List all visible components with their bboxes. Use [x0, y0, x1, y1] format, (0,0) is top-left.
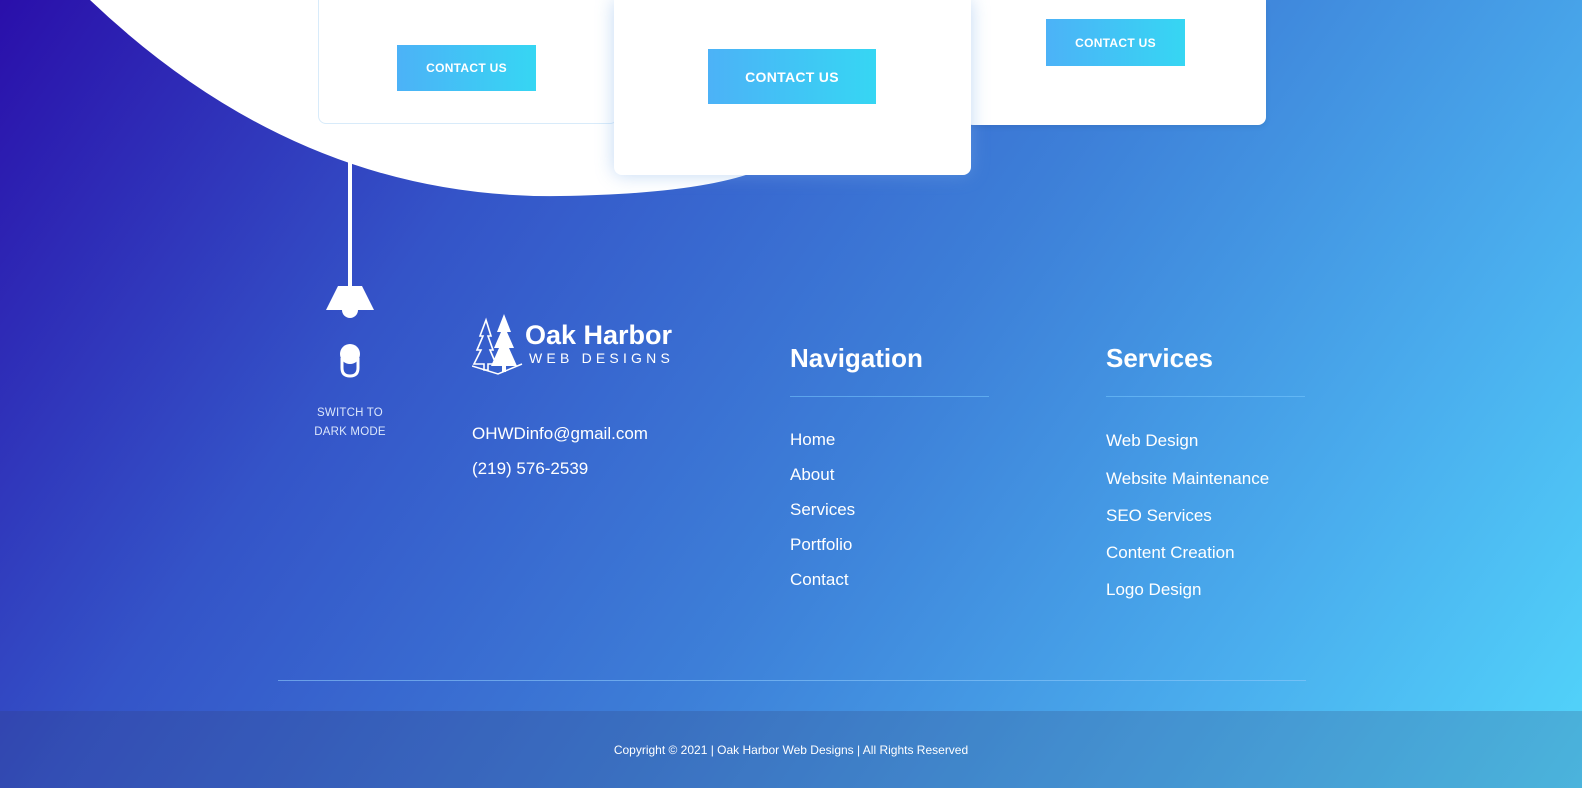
contact-us-button-right[interactable]: CONTACT US: [1046, 19, 1185, 66]
services-divider: [1106, 396, 1305, 397]
phone-link[interactable]: (219) 576-2539: [472, 459, 588, 479]
nav-link-portfolio[interactable]: Portfolio: [790, 535, 852, 555]
nav-link-home[interactable]: Home: [790, 430, 835, 450]
lamp-icon[interactable]: [318, 154, 382, 454]
service-link-website-maintenance[interactable]: Website Maintenance: [1106, 469, 1269, 489]
pricing-card-middle: CONTACT US: [614, 0, 971, 175]
nav-link-contact[interactable]: Contact: [790, 570, 849, 590]
brand-name: Oak Harbor: [525, 320, 673, 350]
copyright-text: Copyright © 2021 | Oak Harbor Web Design…: [613, 742, 969, 757]
email-link[interactable]: OHWDinfo@gmail.com: [472, 424, 648, 444]
service-link-web-design[interactable]: Web Design: [1106, 431, 1198, 451]
service-link-logo-design[interactable]: Logo Design: [1106, 580, 1201, 600]
copyright-bar: Copyright © 2021 | Oak Harbor Web Design…: [0, 711, 1582, 788]
pricing-card-right: CONTACT US: [965, 0, 1266, 125]
footer-divider: [278, 680, 1306, 681]
pine-trees-icon: [472, 314, 523, 375]
nav-link-about[interactable]: About: [790, 465, 834, 485]
pricing-card-left: CONTACT US: [318, 0, 618, 124]
brand-logo[interactable]: Oak Harbor WEB DESIGNS: [472, 314, 682, 376]
service-link-seo-services[interactable]: SEO Services: [1106, 506, 1212, 526]
services-heading: Services: [1106, 343, 1213, 373]
nav-link-services[interactable]: Services: [790, 500, 855, 520]
navigation-divider: [790, 396, 989, 397]
navigation-heading: Navigation: [790, 343, 923, 373]
brand-tagline: WEB DESIGNS: [529, 350, 674, 366]
contact-us-button-left[interactable]: CONTACT US: [397, 45, 536, 91]
contact-us-button-middle[interactable]: CONTACT US: [708, 49, 876, 104]
service-link-content-creation[interactable]: Content Creation: [1106, 543, 1235, 563]
